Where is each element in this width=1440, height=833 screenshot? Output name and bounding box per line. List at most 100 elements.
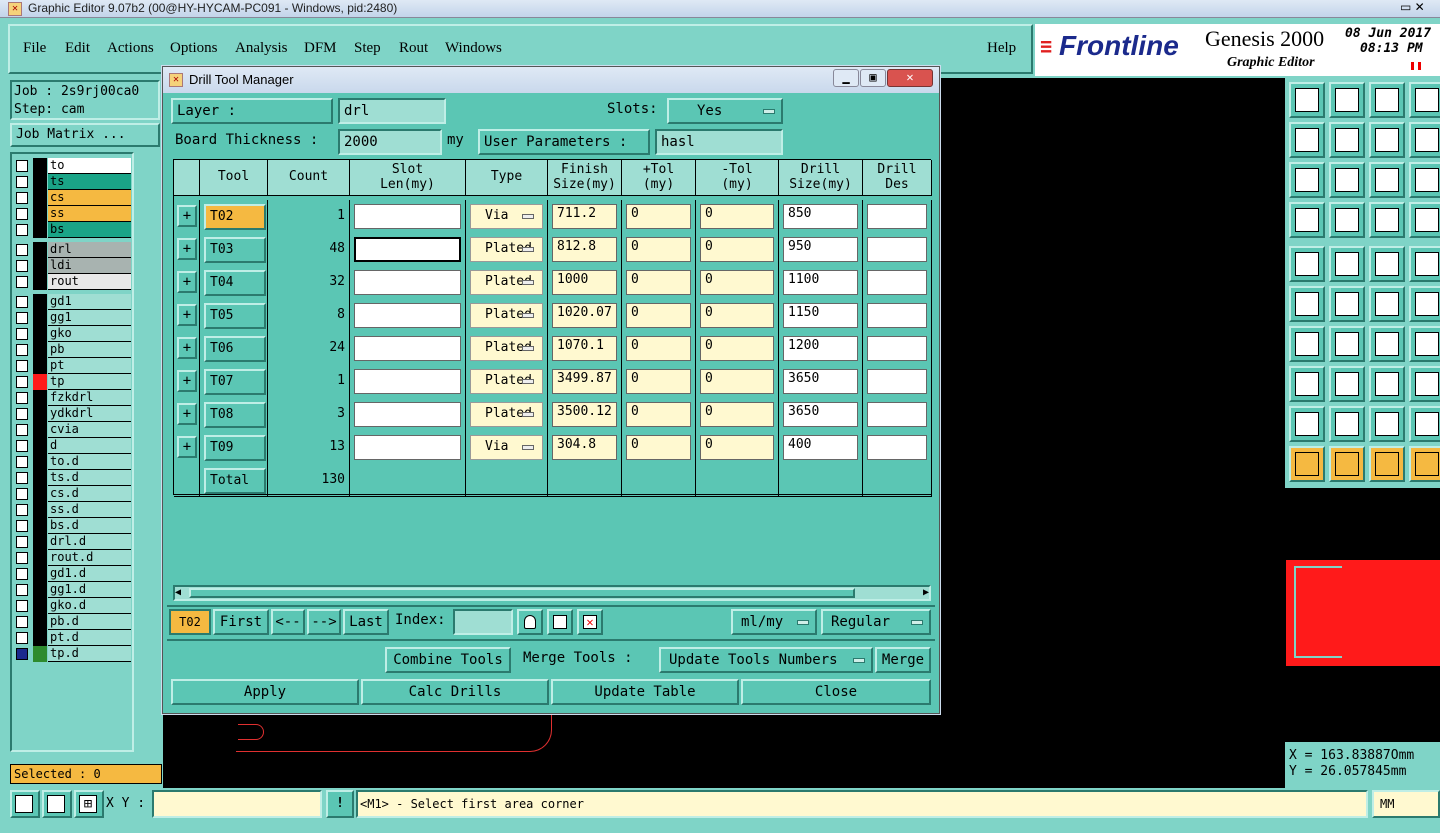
cross-icon[interactable] [1329,286,1365,322]
grid-icon[interactable] [1329,202,1365,238]
expand-icon[interactable]: + [177,205,197,227]
ptol-input[interactable]: 0 [626,336,691,361]
shape-icon[interactable] [1289,366,1325,402]
layer-row[interactable]: cvia [16,422,131,438]
type-dropdown[interactable]: Plated [470,303,543,328]
layer-row[interactable]: ts [16,174,131,190]
ntol-input[interactable]: 0 [700,402,774,427]
save-icon[interactable] [1329,82,1365,118]
open-icon[interactable] [1289,82,1325,118]
line-icon[interactable] [1329,246,1365,282]
type-dropdown[interactable]: Plated [470,402,543,427]
layer-checkbox[interactable] [16,552,28,564]
tool-button[interactable]: T07 [204,369,266,395]
route-icon[interactable] [1409,446,1440,482]
center-icon[interactable] [1329,162,1365,198]
ntol-input[interactable]: 0 [700,204,774,229]
drill-input[interactable]: 850 [783,204,858,229]
slot-len-input[interactable] [354,402,461,427]
a-shape-icon[interactable] [1329,406,1365,442]
node-icon[interactable] [1369,286,1405,322]
menu-edit[interactable]: Edit [65,40,90,57]
expand-icon[interactable]: + [177,304,197,326]
drill-des-input[interactable] [867,237,927,262]
minus-icon[interactable] [1329,366,1365,402]
layer-row[interactable]: bs.d [16,518,131,534]
menu-step[interactable]: Step [354,40,381,57]
menu-analysis[interactable]: Analysis [235,40,288,57]
last-button[interactable]: Last [343,609,389,635]
tool-button[interactable]: T06 [204,336,266,362]
update-tools-numbers-dropdown[interactable]: Update Tools Numbers [659,647,873,673]
layer-checkbox[interactable] [16,488,28,500]
slot-len-input[interactable] [354,369,461,394]
expand-icon[interactable]: + [177,238,197,260]
layer-checkbox[interactable] [16,440,28,452]
layer-checkbox[interactable] [16,276,28,288]
drill-des-input[interactable] [867,369,927,394]
net2-icon[interactable] [1409,202,1440,238]
ntol-input[interactable]: 0 [700,336,774,361]
layer-row[interactable]: pb [16,342,131,358]
swap-icon[interactable] [1369,122,1405,158]
layer-row[interactable]: to.d [16,454,131,470]
zoom-out-icon[interactable] [1329,122,1365,158]
layer-row[interactable]: ts.d [16,470,131,486]
menu-rout[interactable]: Rout [399,40,428,57]
connect-icon[interactable] [1289,286,1325,322]
scroll-right-icon[interactable]: ▶ [923,587,929,599]
menu-dfm[interactable]: DFM [304,40,337,57]
fit-icon[interactable] [1289,162,1325,198]
layer-checkbox[interactable] [16,568,28,580]
layer-checkbox[interactable] [16,536,28,548]
finish-input[interactable]: 3499.87 [552,369,617,394]
layer-checkbox[interactable] [16,208,28,220]
scroll-thumb[interactable] [189,588,855,598]
type-dropdown[interactable]: Plated [470,336,543,361]
layer-checkbox[interactable] [16,504,28,516]
first-button[interactable]: First [213,609,269,635]
zoom-fit-icon[interactable] [10,790,40,818]
board-thickness-field[interactable]: 2000 [338,129,442,155]
node2-icon[interactable] [1409,286,1440,322]
combine-tools-button[interactable]: Combine Tools [385,647,511,673]
select2-icon[interactable] [1369,446,1405,482]
tool-button[interactable]: T05 [204,303,266,329]
drill-input[interactable]: 400 [783,435,858,460]
layer-row[interactable]: ydkdrl [16,406,131,422]
layer-checkbox[interactable] [16,616,28,628]
grid-icon[interactable]: ⊞ [74,790,104,818]
align-icon[interactable] [1369,366,1405,402]
layer-row[interactable]: gg1.d [16,582,131,598]
triangle-icon[interactable] [1289,406,1325,442]
next-button[interactable]: --> [307,609,341,635]
layer-row[interactable]: cs.d [16,486,131,502]
expand-icon[interactable]: + [177,436,197,458]
layer-row[interactable]: rout [16,274,131,290]
layer-row[interactable]: tp [16,374,131,390]
ptol-input[interactable]: 0 [626,270,691,295]
apply-button[interactable]: Apply [171,679,359,705]
close-window-button[interactable]: ✕ [887,69,933,87]
unit-dropdown[interactable]: MM [1372,790,1440,818]
a-shape3-icon[interactable] [1409,406,1440,442]
bulb-icon[interactable] [517,609,543,635]
layer-checkbox[interactable] [16,584,28,596]
expand-icon[interactable]: + [177,370,197,392]
home-icon[interactable] [1369,82,1405,118]
layer-checkbox[interactable] [16,192,28,204]
layer-checkbox[interactable] [16,260,28,272]
menu-options[interactable]: Options [170,40,218,57]
layer-row[interactable]: ldi [16,258,131,274]
layer-checkbox[interactable] [16,296,28,308]
type-dropdown[interactable]: Plated [470,369,543,394]
drill-des-input[interactable] [867,270,927,295]
delete-icon[interactable]: ✕ [577,609,603,635]
expand-icon[interactable]: + [177,337,197,359]
horizontal-scrollbar[interactable]: ◀ ▶ [173,585,931,601]
calc-drills-button[interactable]: Calc Drills [361,679,549,705]
prev-button[interactable]: <-- [271,609,305,635]
ntol-input[interactable]: 0 [700,270,774,295]
help-menu[interactable]: Help [987,40,1016,57]
layer-checkbox[interactable] [16,160,28,172]
